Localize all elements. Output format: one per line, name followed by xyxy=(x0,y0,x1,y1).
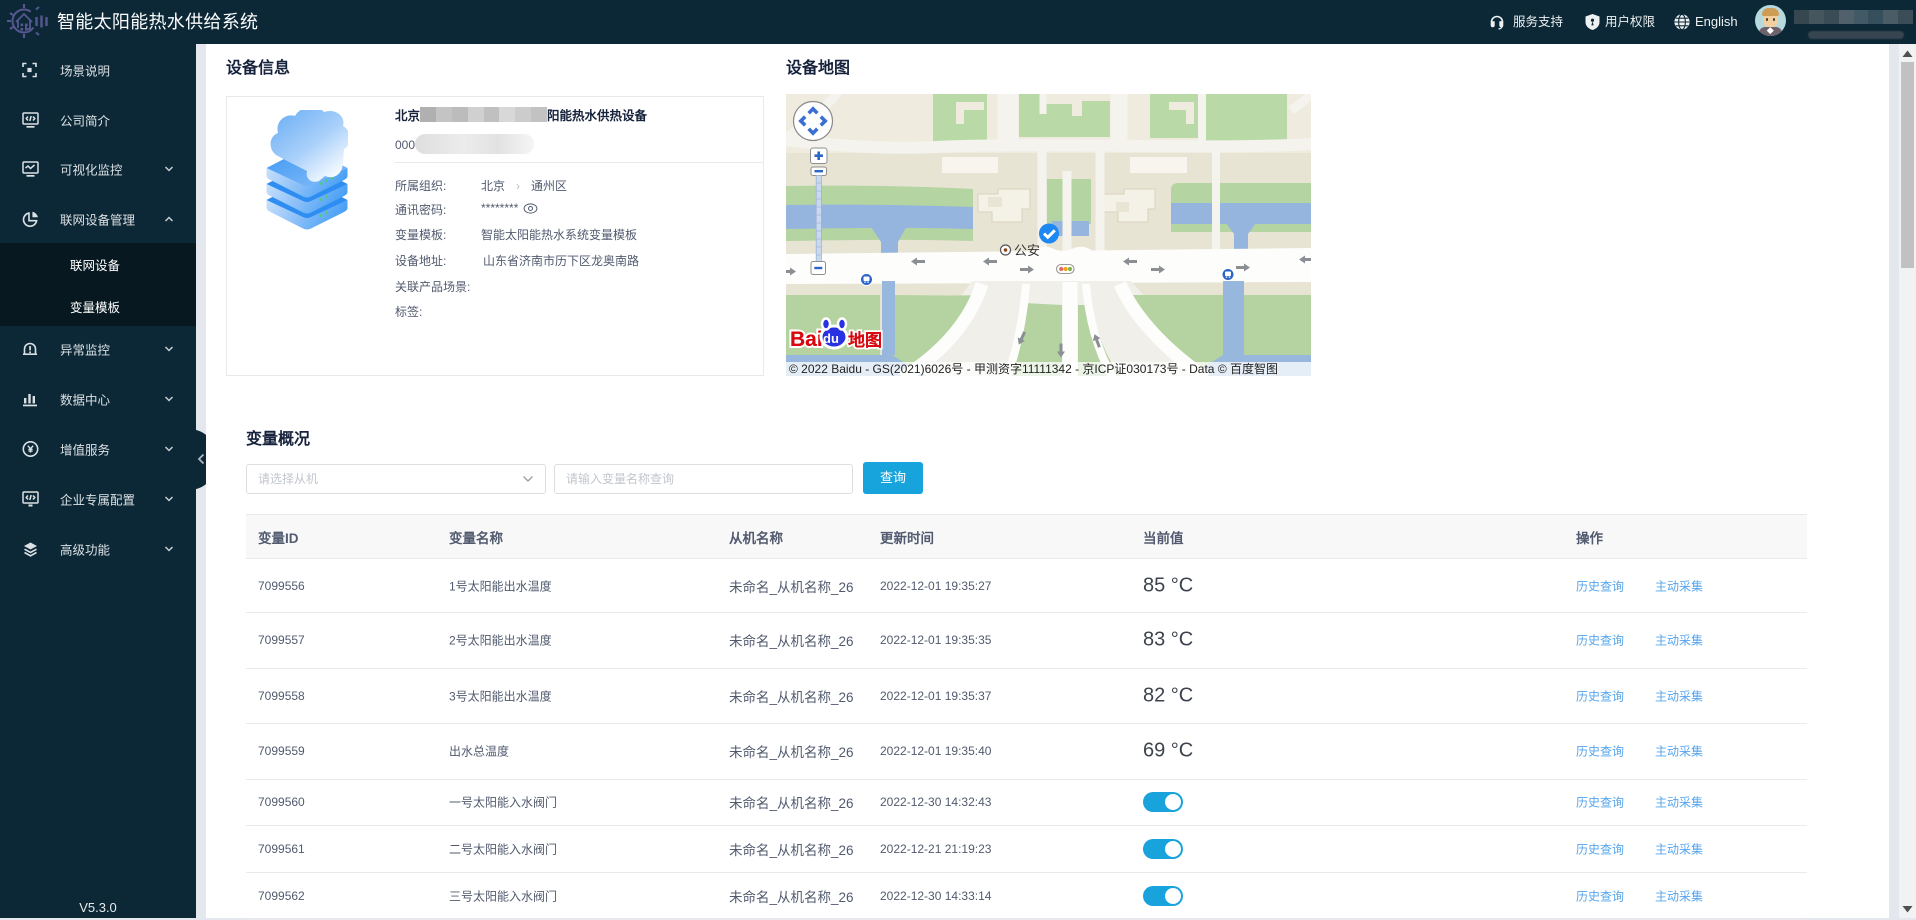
svg-text:公安: 公安 xyxy=(1014,243,1040,258)
svg-text:Bai: Bai xyxy=(790,328,823,351)
svg-text:地图: 地图 xyxy=(848,330,882,350)
svg-text:© 2022 Baidu - GS(2021)6026号 -: © 2022 Baidu - GS(2021)6026号 - 甲测资字11111… xyxy=(789,361,1278,376)
svg-text:du: du xyxy=(823,331,839,346)
